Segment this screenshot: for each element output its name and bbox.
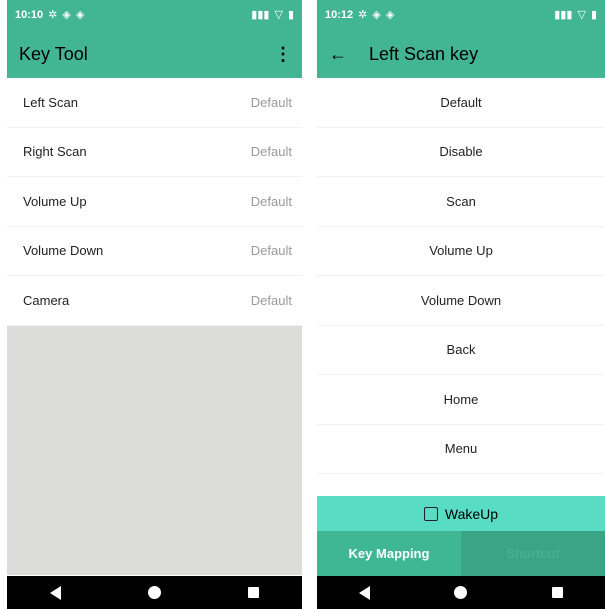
wakeup-label: WakeUp [444,505,499,522]
tab-shortcut[interactable]: Shortcut [461,531,605,576]
app-title: Key Tool [19,43,88,64]
option-default[interactable]: Default [317,78,605,128]
nav-back-icon[interactable] [50,585,62,600]
wakeup-checkbox[interactable] [423,506,438,521]
option-menu[interactable]: Menu [317,424,605,474]
tab-bar: Key Mapping Shortcut [317,531,605,576]
key-list: Left Scan Default Right Scan Default Vol… [7,78,302,326]
status-time: 10:12 [325,9,354,21]
option-volume-down[interactable]: Volume Down [317,276,605,326]
key-label: Left Scan [23,94,78,110]
key-label: Camera [23,292,70,308]
page-title: Left Scan key [369,43,479,64]
key-row-volume-down[interactable]: Volume Down Default [7,226,302,276]
navigation-bar [317,576,605,609]
key-tool-screen: 10:10 ✲ ◈ ◈ ▮▮▮ ▽ ▮ Key Tool ⋮ Left Scan… [7,0,302,609]
nav-home-icon[interactable] [147,586,161,599]
nav-recents-icon[interactable] [551,587,563,598]
back-arrow-icon[interactable]: ← [329,44,347,65]
nav-back-icon[interactable] [359,585,371,600]
key-value: Default [250,193,292,209]
status-time: 10:10 [15,9,44,21]
status-bar: 10:10 ✲ ◈ ◈ ▮▮▮ ▽ ▮ [7,0,302,30]
key-label: Volume Down [23,243,104,259]
option-home[interactable]: Home [317,375,605,425]
location-icon: ◈ [372,8,381,21]
key-value: Default [250,243,292,259]
option-back[interactable]: Back [317,325,605,375]
option-disable[interactable]: Disable [317,127,605,177]
option-scan[interactable]: Scan [317,177,605,227]
key-value: Default [250,292,292,308]
key-row-volume-up[interactable]: Volume Up Default [7,177,302,227]
status-bar: 10:12 ✲ ◈ ◈ ▮▮▮ ▽ ▮ [317,0,605,30]
tab-key-mapping[interactable]: Key Mapping [317,531,461,576]
key-value: Default [250,94,292,110]
key-label: Right Scan [23,144,87,160]
key-row-camera[interactable]: Camera Default [7,276,302,326]
location-icon: ◈ [75,8,85,21]
wifi-icon: ▽ [577,8,586,21]
settings-icon: ✲ [358,8,368,21]
app-bar: ← Left Scan key [317,30,605,78]
key-label: Volume Up [23,193,87,209]
app-bar: Key Tool ⋮ [7,30,302,78]
overflow-menu-icon[interactable]: ⋮ [274,44,292,65]
key-value: Default [250,144,292,160]
location-icon: ◈ [62,8,71,21]
signal-icon: ▮▮▮ [251,8,270,21]
settings-icon: ✲ [48,8,58,21]
left-scan-key-screen: 10:12 ✲ ◈ ◈ ▮▮▮ ▽ ▮ ← Left Scan key Defa… [317,0,605,609]
option-list: Default Disable Scan Volume Up Volume Do… [317,78,605,474]
key-row-left-scan[interactable]: Left Scan Default [7,78,302,128]
option-volume-up[interactable]: Volume Up [317,226,605,276]
battery-icon: ▮ [287,8,294,21]
nav-recents-icon[interactable] [247,587,259,598]
wakeup-row[interactable]: WakeUp [317,496,605,531]
empty-area [7,325,302,575]
battery-icon: ▮ [590,8,597,21]
signal-icon: ▮▮▮ [554,8,573,21]
nav-home-icon[interactable] [454,586,468,599]
key-row-right-scan[interactable]: Right Scan Default [7,127,302,177]
navigation-bar [7,576,302,609]
location-icon: ◈ [385,8,395,21]
wifi-icon: ▽ [274,8,283,21]
